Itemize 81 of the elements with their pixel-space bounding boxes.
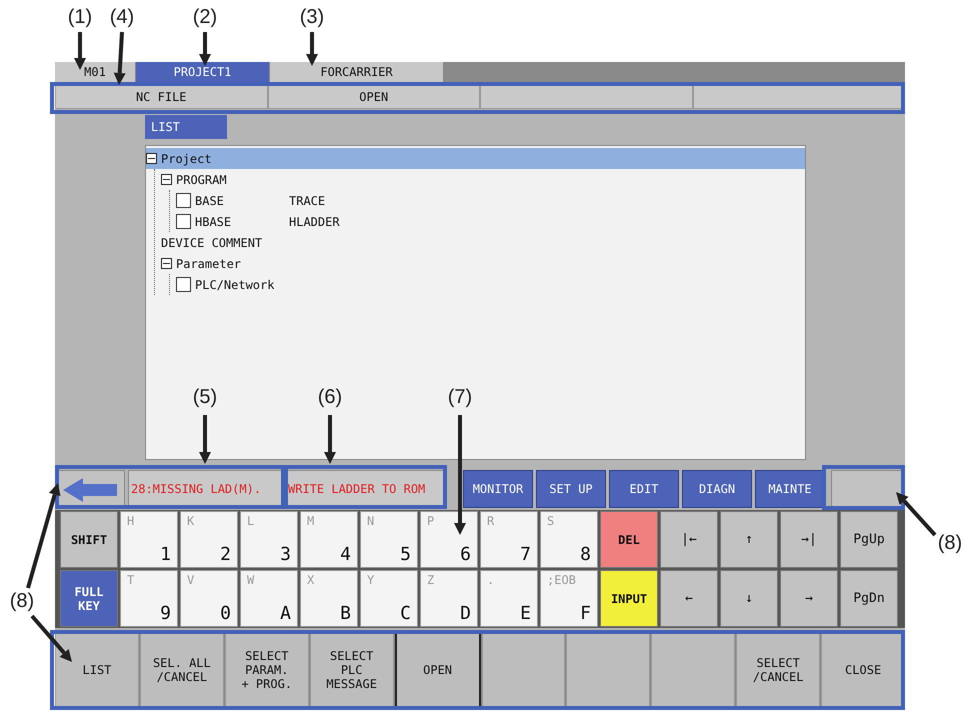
callout-arrow [74, 32, 86, 70]
tab[interactable]: FORCARRIER [270, 62, 444, 82]
key[interactable]: M 4 [300, 511, 358, 568]
callout-arrow [306, 32, 318, 66]
blank-function-key[interactable] [651, 632, 736, 708]
key[interactable]: W A [240, 570, 298, 627]
callout-label: (5) [192, 386, 218, 409]
tab[interactable]: M01 [55, 62, 136, 82]
collapse-icon[interactable] [161, 174, 172, 185]
key[interactable]: P 6 [420, 511, 478, 568]
collapse-icon[interactable] [161, 258, 172, 269]
checkbox[interactable] [176, 193, 191, 208]
blank-function-key[interactable] [482, 632, 566, 708]
tree-item-detail: HLADDER [289, 214, 340, 228]
key[interactable]: Y C [360, 570, 418, 627]
navigation-key[interactable]: ↑ [720, 511, 778, 568]
key[interactable]: ;EOB F [540, 570, 598, 627]
navigation-key[interactable]: PgDn [840, 570, 898, 627]
checkbox[interactable] [176, 277, 191, 292]
key[interactable]: X B [300, 570, 358, 627]
tree-item[interactable]: PLC/Network [195, 278, 274, 292]
tree-item[interactable]: BASE [195, 194, 285, 208]
callout-label: (7) [448, 386, 472, 409]
tree-item[interactable]: Parameter [176, 256, 242, 270]
tree-item[interactable]: Project [161, 152, 212, 166]
key[interactable]: S 8 [540, 511, 598, 568]
callout-arrow [896, 492, 936, 536]
key[interactable]: R 7 [480, 511, 538, 568]
tree-item[interactable]: HBASE [195, 214, 285, 228]
key[interactable]: H 1 [120, 511, 178, 568]
callout-label: (8) [10, 590, 34, 613]
callout-label: (2) [192, 6, 218, 29]
callout-label: (3) [300, 6, 324, 29]
navigation-key[interactable]: ← [660, 570, 718, 627]
screen-tab[interactable]: EDIT [609, 470, 679, 508]
collapse-icon[interactable] [146, 153, 157, 164]
key[interactable]: K 2 [180, 511, 238, 568]
callout-arrow [30, 614, 72, 662]
delete-key[interactable]: DEL [600, 511, 658, 568]
navigation-key[interactable]: PgUp [840, 511, 898, 568]
screen-tab[interactable]: SET UP [536, 470, 606, 508]
menu-item[interactable]: OPEN [268, 85, 480, 109]
toggle-key[interactable]: FULL KEY [60, 570, 118, 627]
key[interactable]: T 9 [120, 570, 178, 627]
function-key[interactable]: SELECT PARAM. + PROG. [224, 632, 309, 708]
blank-function-key[interactable] [566, 632, 650, 708]
callout-label: (4) [110, 6, 134, 29]
callout-arrow [199, 415, 211, 464]
function-key[interactable]: SELECT /CANCEL [736, 632, 820, 708]
navigation-key[interactable]: ↓ [720, 570, 778, 627]
screen-tab[interactable]: DIAGN [682, 470, 752, 508]
callout-arrow [114, 32, 126, 85]
menu-item[interactable]: NC FILE [55, 85, 268, 109]
key[interactable]: N 5 [360, 511, 418, 568]
checkbox[interactable] [176, 214, 191, 229]
tree-item[interactable]: DEVICE COMMENT [161, 236, 262, 250]
input-key[interactable]: INPUT [600, 570, 658, 627]
tab[interactable]: PROJECT1 [136, 62, 270, 82]
toggle-key[interactable]: SHIFT [60, 511, 118, 568]
navigation-key[interactable]: |← [660, 511, 718, 568]
list-tab[interactable]: LIST [145, 115, 227, 139]
navigation-key[interactable]: →| [780, 511, 838, 568]
callout-arrow [324, 415, 336, 464]
callout-label: (8) [938, 532, 962, 555]
function-key[interactable]: SEL. ALL /CANCEL [140, 632, 224, 708]
callout-label: (1) [68, 6, 92, 29]
screen-tab[interactable]: MONITOR [463, 470, 533, 508]
key[interactable]: L 3 [240, 511, 298, 568]
screen-tab[interactable]: MAINTE [755, 470, 825, 508]
key[interactable]: Z D [420, 570, 478, 627]
tree-item[interactable]: PROGRAM [176, 172, 227, 186]
callout-arrow [199, 32, 211, 66]
function-key[interactable]: OPEN [394, 632, 481, 708]
key[interactable]: V 0 [180, 570, 238, 627]
callout-label: (6) [318, 386, 342, 409]
key[interactable]: . E [480, 570, 538, 627]
navigation-key[interactable]: → [780, 570, 838, 627]
tree-item-detail: TRACE [289, 194, 326, 208]
alarm-message: 28:MISSING LAD(M). [128, 470, 282, 508]
function-key[interactable]: LIST [55, 632, 139, 708]
function-key[interactable]: SELECT PLC MESSAGE [310, 632, 394, 708]
